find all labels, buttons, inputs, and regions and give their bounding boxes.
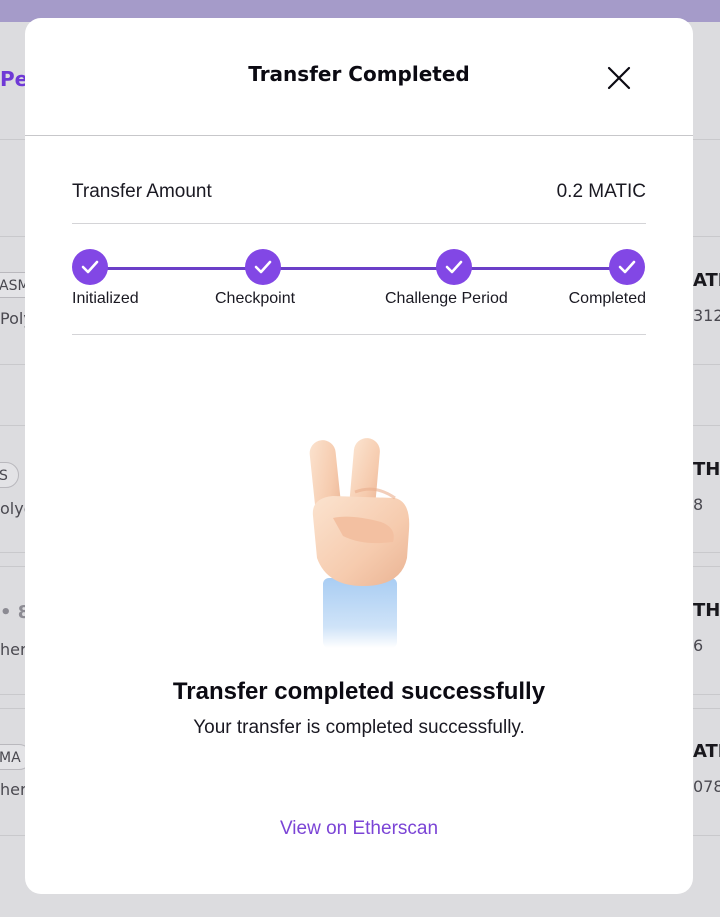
step-completed-check xyxy=(609,249,645,285)
step-checkpoint-check xyxy=(245,249,281,285)
background-value-fragment: 078 xyxy=(693,777,720,796)
close-icon xyxy=(607,66,631,90)
transfer-amount-label: Transfer Amount xyxy=(72,181,212,202)
background-value-fragment: 312 xyxy=(693,306,720,325)
modal-header: Transfer Completed xyxy=(25,18,693,136)
background-value-fragment: 6 xyxy=(693,636,704,655)
step-label-initialized: Initialized xyxy=(72,290,139,307)
modal-title: Transfer Completed xyxy=(248,62,470,86)
background-network-text: her xyxy=(0,640,27,659)
background-token-fragment: TH xyxy=(693,600,720,621)
background-token-fragment: ATIC xyxy=(693,270,720,291)
peace-hand-icon xyxy=(309,438,410,648)
background-token-fragment: ATIC xyxy=(693,741,720,762)
background-token-pill: S xyxy=(0,462,19,488)
transfer-amount-row: Transfer Amount 0.2 MATIC xyxy=(72,136,646,224)
step-initialized-check xyxy=(72,249,108,285)
step-label-completed: Completed xyxy=(568,290,646,307)
transfer-completed-modal: Transfer Completed Transfer Amount 0.2 M… xyxy=(25,18,693,894)
check-icon xyxy=(445,260,463,274)
step-label-challenge-period: Challenge Period xyxy=(385,290,508,307)
background-token-fragment: TH xyxy=(693,459,720,480)
check-icon xyxy=(618,260,636,274)
transfer-progress-stepper: Initialized Checkpoint Challenge Period … xyxy=(72,224,646,335)
close-button[interactable] xyxy=(603,62,635,94)
stepper-line xyxy=(90,267,628,270)
step-challenge-period-check xyxy=(436,249,472,285)
background-network-text: her xyxy=(0,780,27,799)
check-icon xyxy=(81,260,99,274)
success-subtitle: Your transfer is completed successfully. xyxy=(193,717,525,738)
success-title: Transfer completed successfully xyxy=(172,678,546,705)
step-label-checkpoint: Checkpoint xyxy=(215,290,296,307)
background-value-fragment: 8 xyxy=(693,495,704,514)
check-icon xyxy=(254,260,272,274)
transfer-amount-value: 0.2 MATIC xyxy=(556,181,646,202)
view-on-etherscan-link[interactable]: View on Etherscan xyxy=(25,818,693,840)
